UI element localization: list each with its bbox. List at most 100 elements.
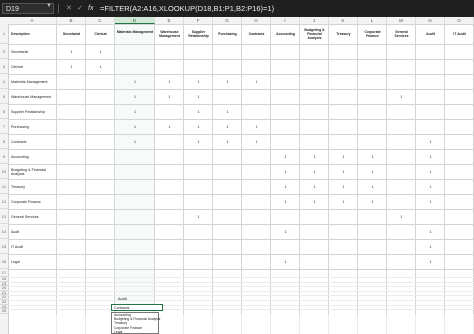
row-description[interactable]: Budgeting & Financial Analysis — [11, 168, 56, 176]
skill-header[interactable]: Budgeting & Financial Analysis — [301, 28, 328, 40]
cell-value[interactable]: 1 — [131, 125, 139, 129]
cell-value[interactable]: 1 — [340, 155, 348, 159]
row-description[interactable]: IT Audit — [11, 245, 56, 249]
row-header-13[interactable]: 13 — [0, 209, 8, 224]
cell-value[interactable]: 1 — [311, 185, 319, 189]
cell-value[interactable]: 1 — [166, 95, 174, 99]
row-description[interactable]: Corporate Finance — [11, 200, 56, 204]
row-header-14[interactable]: 14 — [0, 224, 8, 239]
row-header-2[interactable]: 2 — [0, 44, 8, 59]
skill-header[interactable]: General Services — [388, 30, 415, 38]
skill-header[interactable]: Audit — [417, 32, 444, 36]
skill-header[interactable]: Contracts — [243, 32, 270, 36]
row-header-8[interactable]: 8 — [0, 134, 8, 149]
column-header-e[interactable]: E — [155, 17, 184, 24]
row-header-4[interactable]: 4 — [0, 74, 8, 89]
skill-header[interactable]: Materials Management — [116, 30, 154, 34]
cell-value[interactable]: 1 — [224, 140, 232, 144]
skill-header[interactable]: Purchasing — [214, 32, 241, 36]
row-description[interactable]: Audit — [11, 230, 56, 234]
cell-value[interactable]: 1 — [282, 230, 290, 234]
cell-value[interactable]: 1 — [195, 125, 203, 129]
row-header-17[interactable]: 17 — [0, 269, 8, 277]
column-header-g[interactable]: G — [213, 17, 242, 24]
cell-value[interactable]: 1 — [369, 170, 377, 174]
skill-header[interactable]: Corporate Finance — [359, 30, 386, 38]
row-description[interactable]: Accounting — [11, 155, 56, 159]
cell-value[interactable]: 1 — [427, 260, 435, 264]
column-header-n[interactable]: N — [416, 17, 445, 24]
cell-value[interactable]: 1 — [195, 80, 203, 84]
cell-value[interactable]: 1 — [398, 95, 406, 99]
cancel-icon[interactable]: ✕ — [66, 3, 72, 14]
cell-value[interactable]: 1 — [131, 95, 139, 99]
spreadsheet-grid[interactable]: ABCDEFGHIJKLMNOP 12345678910111213141516… — [0, 17, 474, 334]
skill-header[interactable]: IT Audit — [446, 32, 473, 36]
skill-header[interactable]: Treasury — [330, 32, 357, 36]
row-header-5[interactable]: 5 — [0, 89, 8, 104]
cell-value[interactable]: 1 — [398, 215, 406, 219]
row-description[interactable]: Secretarial — [11, 50, 56, 54]
cell-value[interactable]: 1 — [311, 200, 319, 204]
row-header-11[interactable]: 11 — [0, 179, 8, 194]
cell-value[interactable]: 1 — [282, 185, 290, 189]
cell-value[interactable]: 1 — [131, 110, 139, 114]
cell-area[interactable]: Description Secretarial Clerical Materials … — [8, 24, 474, 334]
cell-value[interactable]: 1 — [166, 125, 174, 129]
column-header-h[interactable]: H — [242, 17, 271, 24]
cell-value[interactable]: 1 — [427, 140, 435, 144]
cell-value[interactable]: 1 — [253, 125, 261, 129]
cell-value[interactable]: 1 — [427, 185, 435, 189]
cell-value[interactable]: 1 — [68, 65, 76, 69]
cell-value[interactable]: 1 — [340, 185, 348, 189]
column-header-k[interactable]: K — [329, 17, 358, 24]
column-header-m[interactable]: M — [387, 17, 416, 24]
cell-value[interactable]: 1 — [340, 200, 348, 204]
cell-value[interactable]: 1 — [369, 155, 377, 159]
formula-input[interactable]: =FILTER(A2:A16,XLOOKUP(D18,B1:P1,B2:P16)… — [100, 3, 274, 14]
row-header-15[interactable]: 15 — [0, 239, 8, 254]
cell-value[interactable]: 1 — [311, 170, 319, 174]
cell-value[interactable]: 1 — [427, 155, 435, 159]
skill-header[interactable]: Secretarial — [58, 32, 85, 36]
skill-header[interactable]: Supplier Relationship — [185, 30, 212, 38]
cell-value[interactable]: 1 — [166, 80, 174, 84]
cell-value[interactable]: 1 — [97, 50, 105, 54]
column-header-o[interactable]: O — [445, 17, 474, 24]
dropdown-list[interactable]: Accounting Budgeting & Financial Analysis… — [111, 312, 160, 334]
cell-value[interactable]: 1 — [195, 215, 203, 219]
column-header-d[interactable]: D — [115, 17, 155, 24]
cell-value[interactable]: 1 — [97, 65, 105, 69]
cell-value[interactable]: 1 — [427, 200, 435, 204]
row-header-12[interactable]: 12 — [0, 194, 8, 209]
column-header-l[interactable]: L — [358, 17, 387, 24]
cell-value[interactable]: 1 — [282, 170, 290, 174]
row-description[interactable]: Legal — [11, 260, 56, 264]
cell-value[interactable]: 1 — [224, 110, 232, 114]
column-header-a[interactable]: A — [8, 17, 57, 24]
cell-value[interactable]: 1 — [68, 50, 76, 54]
skill-header[interactable]: Accounting — [272, 32, 299, 36]
cell-value[interactable]: 1 — [131, 140, 139, 144]
cell-value[interactable]: 1 — [369, 185, 377, 189]
column-header-b[interactable]: B — [57, 17, 86, 24]
confirm-icon[interactable]: ✓ — [77, 3, 83, 14]
column-header-f[interactable]: F — [184, 17, 213, 24]
column-header-i[interactable]: I — [271, 17, 300, 24]
row-header-6[interactable]: 6 — [0, 104, 8, 119]
cell-value[interactable]: 1 — [224, 125, 232, 129]
skill-header[interactable]: Warehouse Management — [156, 30, 183, 38]
cell-value[interactable]: 1 — [369, 200, 377, 204]
row-header-16[interactable]: 16 — [0, 254, 8, 269]
cell-value[interactable]: 1 — [427, 230, 435, 234]
fx-icon[interactable]: fx — [88, 3, 93, 14]
row-description[interactable]: Supplier Relationship — [11, 110, 56, 114]
cell-value[interactable]: 1 — [282, 155, 290, 159]
row-header-25[interactable]: 25 — [0, 309, 8, 314]
criteria-label[interactable]: Audit — [118, 297, 127, 301]
cell-value[interactable]: 1 — [340, 170, 348, 174]
row-description[interactable]: Contracts — [11, 140, 56, 144]
row-description[interactable]: Materials Management — [11, 80, 56, 84]
cell-value[interactable]: 1 — [311, 155, 319, 159]
column-header-j[interactable]: J — [300, 17, 329, 24]
